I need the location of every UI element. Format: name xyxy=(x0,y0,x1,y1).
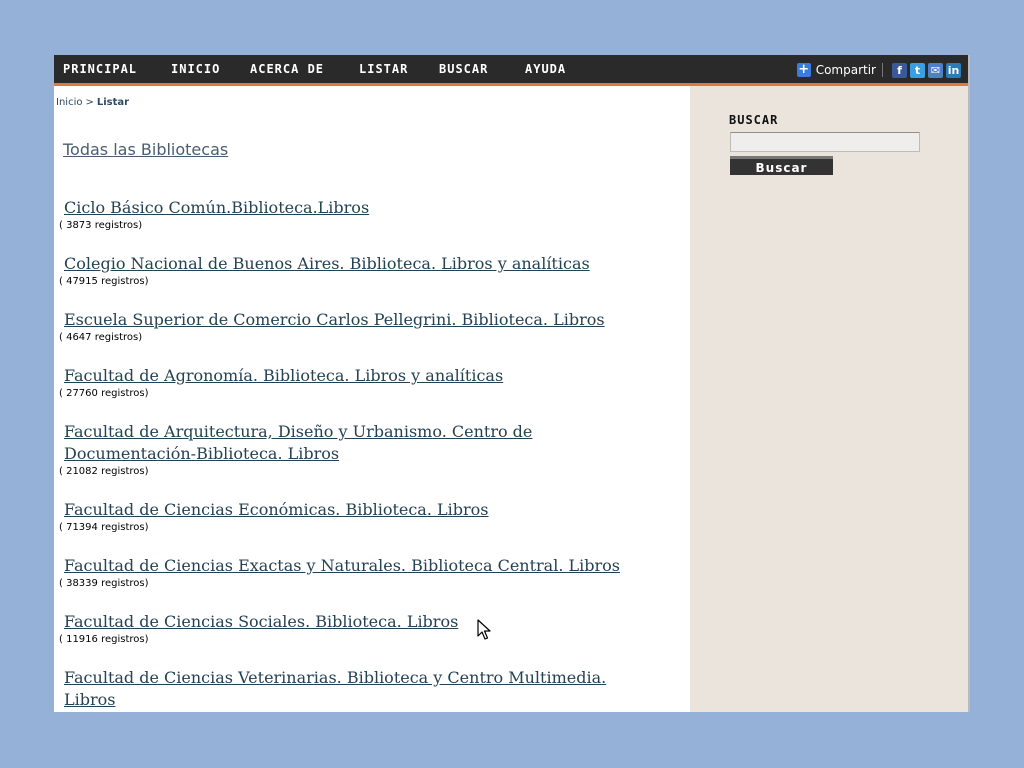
library-link[interactable]: Facultad de Arquitectura, Diseño y Urban… xyxy=(64,421,584,465)
nav-item-inicio[interactable]: INICIO xyxy=(171,62,220,76)
list-item: Facultad de Arquitectura, Diseño y Urban… xyxy=(54,421,690,499)
library-link[interactable]: Facultad de Ciencias Veterinarias. Bibli… xyxy=(64,667,644,711)
linkedin-icon[interactable]: in xyxy=(946,62,961,78)
nav-item-buscar[interactable]: BUSCAR xyxy=(439,62,488,76)
record-count: ( 27760 registros) xyxy=(59,388,149,399)
list-item: Facultad de Ciencias Exactas y Naturales… xyxy=(54,555,690,611)
search-input[interactable] xyxy=(730,132,920,152)
record-count: ( 38339 registros) xyxy=(59,578,149,589)
library-link[interactable]: Facultad de Ciencias Exactas y Naturales… xyxy=(64,555,664,577)
search-button[interactable]: Buscar xyxy=(730,156,833,175)
search-heading: BUSCAR xyxy=(729,113,779,127)
library-link[interactable]: Facultad de Ciencias Económicas. Bibliot… xyxy=(64,499,664,521)
search-sidebar: BUSCAR Buscar xyxy=(690,86,968,712)
share-divider xyxy=(882,63,883,77)
nav-item-ayuda[interactable]: AYUDA xyxy=(525,62,566,76)
record-count: ( 71394 registros) xyxy=(59,522,149,533)
list-item: Escuela Superior de Comercio Carlos Pell… xyxy=(54,309,690,365)
library-link[interactable]: Facultad de Ciencias Sociales. Bibliotec… xyxy=(64,611,664,633)
list-item: Facultad de Ciencias Económicas. Bibliot… xyxy=(54,499,690,555)
library-link[interactable]: Colegio Nacional de Buenos Aires. Biblio… xyxy=(64,253,664,275)
record-count: ( 47915 registros) xyxy=(59,276,149,287)
list-item: Facultad de Ciencias Veterinarias. Bibli… xyxy=(54,667,690,712)
nav-item-acerca-de[interactable]: ACERCA DE xyxy=(250,62,324,76)
all-libraries-link[interactable]: Todas las Bibliotecas xyxy=(63,140,228,159)
list-item: Colegio Nacional de Buenos Aires. Biblio… xyxy=(54,253,690,309)
record-count: ( 3873 registros) xyxy=(59,220,143,231)
library-link[interactable]: Facultad de Agronomía. Biblioteca. Libro… xyxy=(64,365,664,387)
share-widget: + Compartir f t ✉ in xyxy=(796,62,961,78)
nav-item-principal[interactable]: PRINCIPAL xyxy=(63,62,137,76)
breadcrumb: Inicio > Listar xyxy=(56,97,129,108)
library-list: Ciclo Básico Común.Biblioteca.Libros ( 3… xyxy=(54,197,690,712)
email-icon[interactable]: ✉ xyxy=(928,62,943,78)
record-count: ( 4647 registros) xyxy=(59,332,143,343)
list-item: Ciclo Básico Común.Biblioteca.Libros ( 3… xyxy=(54,197,690,253)
record-count: ( 11916 registros) xyxy=(59,634,149,645)
record-count: ( 21082 registros) xyxy=(59,466,149,477)
breadcrumb-separator: > xyxy=(85,97,94,108)
list-item: Facultad de Ciencias Sociales. Bibliotec… xyxy=(54,611,690,667)
mouse-pointer-icon xyxy=(477,619,491,640)
nav-item-listar[interactable]: LISTAR xyxy=(359,62,408,76)
top-navigation-bar: PRINCIPAL INICIO ACERCA DE LISTAR BUSCAR… xyxy=(54,55,968,86)
browser-page: PRINCIPAL INICIO ACERCA DE LISTAR BUSCAR… xyxy=(54,55,968,712)
breadcrumb-current: Listar xyxy=(96,97,130,108)
breadcrumb-home-link[interactable]: Inicio xyxy=(56,97,82,108)
list-item: Facultad de Agronomía. Biblioteca. Libro… xyxy=(54,365,690,421)
main-content: Inicio > Listar Todas las Bibliotecas Cicl… xyxy=(54,86,690,712)
share-label[interactable]: Compartir xyxy=(816,63,876,77)
plus-icon[interactable]: + xyxy=(796,63,811,77)
twitter-icon[interactable]: t xyxy=(910,62,925,78)
library-link[interactable]: Ciclo Básico Común.Biblioteca.Libros xyxy=(64,197,664,219)
facebook-icon[interactable]: f xyxy=(892,62,907,78)
library-link[interactable]: Escuela Superior de Comercio Carlos Pell… xyxy=(64,309,664,331)
